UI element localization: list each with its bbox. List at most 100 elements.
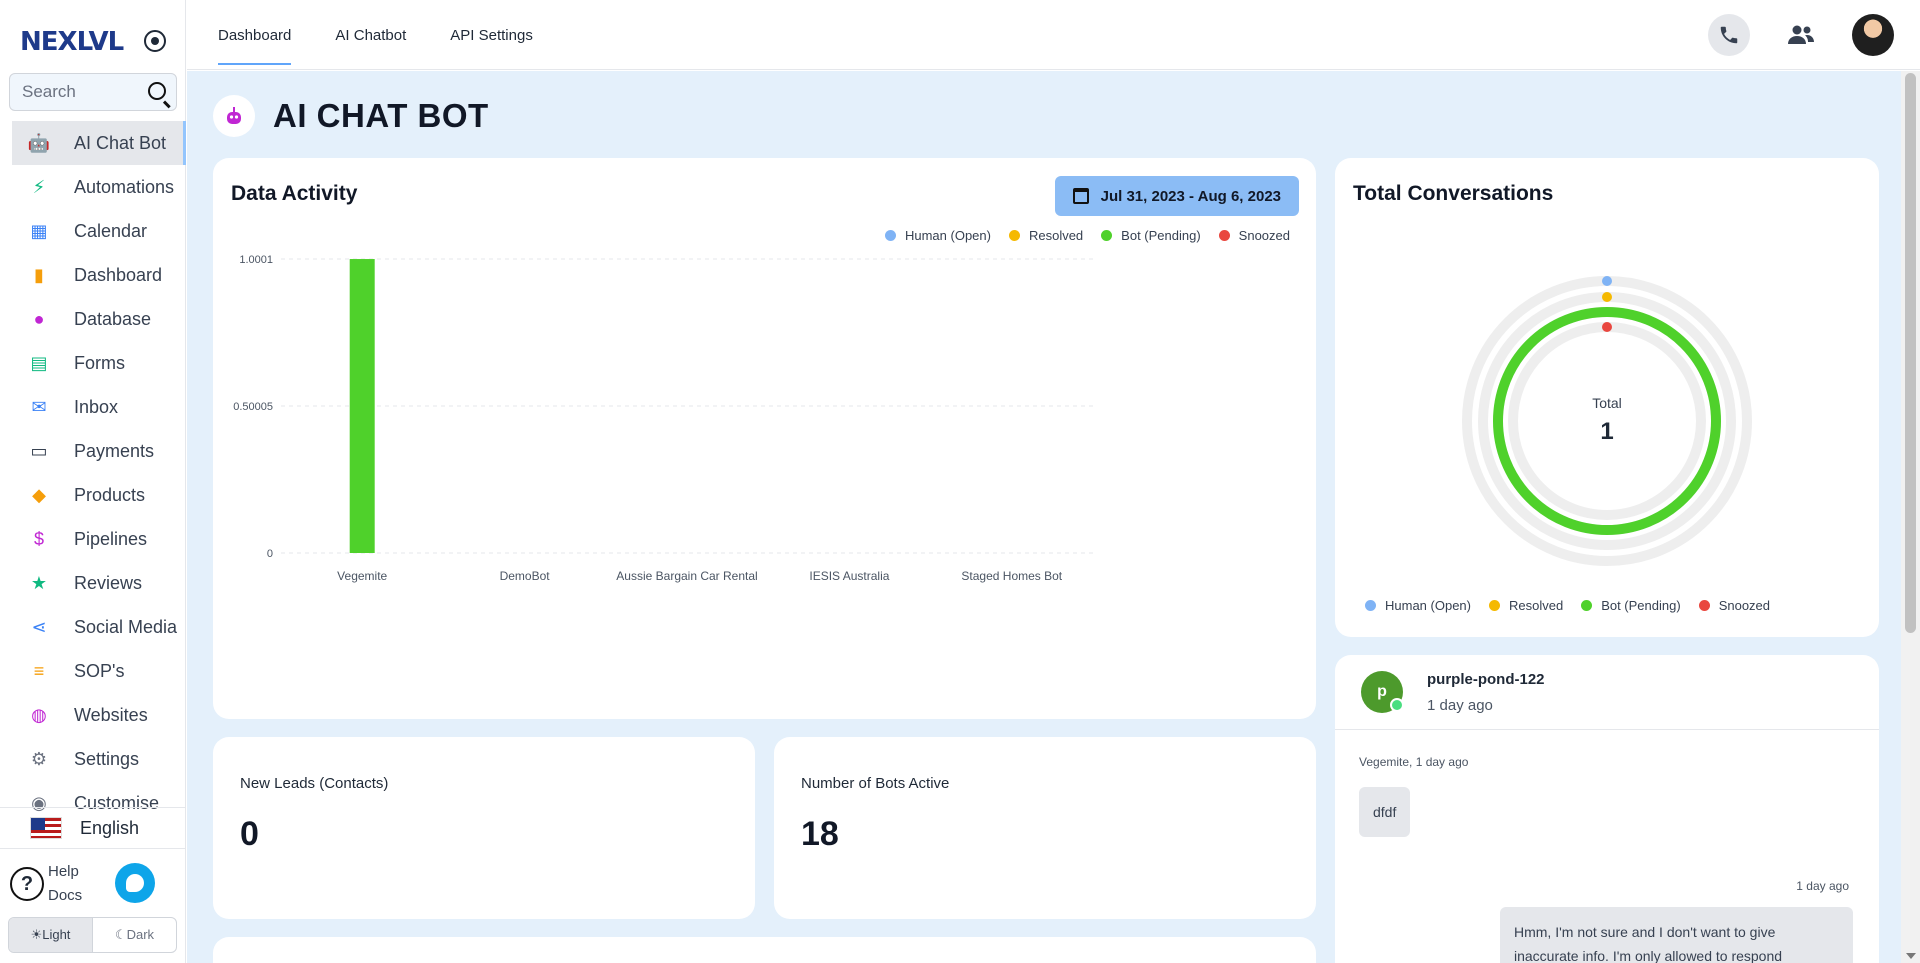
sidebar-item-label: Dashboard [74, 264, 163, 285]
message-bubble-outgoing: Hmm, I'm not sure and I don't want to gi… [1500, 907, 1853, 963]
tag-icon: ◆ [32, 484, 46, 505]
page-header: AI CHAT BOT [213, 95, 489, 137]
legend-snoozed[interactable]: Snoozed [1698, 598, 1771, 613]
sidebar-item-reviews[interactable]: ★ Reviews [0, 561, 186, 605]
sidebar-item-label: Forms [74, 352, 125, 373]
globe-icon: ◍ [31, 704, 47, 725]
new-leads-card: New Leads (Contacts) 0 [213, 737, 755, 919]
sidebar-item-label: Reviews [74, 572, 143, 593]
help-docs-link[interactable]: ? Help Docs [10, 860, 82, 908]
help-label: Help [48, 863, 79, 880]
contact-avatar: p [1361, 671, 1404, 713]
tab-ai-chatbot[interactable]: AI Chatbot [335, 0, 406, 70]
language-label: English [80, 817, 140, 838]
bots-active-label: Number of Bots Active [801, 775, 950, 792]
sidebar-item-dashboard[interactable]: ▮ Dashboard [0, 253, 186, 297]
message-meta: Vegemite, 1 day ago [1359, 755, 1469, 769]
donut-slice-marker [1602, 276, 1612, 286]
sidebar-item-label: Calendar [74, 220, 148, 241]
robot-icon [213, 95, 255, 137]
users-icon[interactable] [1780, 14, 1822, 56]
sidebar-item-forms[interactable]: ▤ Forms [0, 341, 186, 385]
record-icon[interactable] [144, 30, 166, 52]
sidebar: NEXLVL 🤖 AI Chat Bot ⚡ Automations ▦ Calendar… [0, 0, 186, 963]
search-icon[interactable] [148, 82, 166, 100]
donut-legend: Human (Open) Resolved Bot (Pending) Snoo… [1347, 598, 1770, 613]
sidebar-item-ai-chat-bot[interactable]: 🤖 AI Chat Bot [12, 121, 186, 165]
docs-label: Docs [48, 887, 83, 904]
lightning-a-icon: ⚡ [32, 176, 46, 197]
share-icon: ⋖ [31, 616, 47, 637]
sidebar-item-products[interactable]: ◆ Products [0, 473, 186, 517]
activity-bar-chart: 1.0001 0.50005 0 Vegemite DemoBot Aussie Barg… [233, 254, 1093, 583]
x-tick-label: IESIS Australia [809, 569, 889, 583]
sidebar-item-label: AI Chat Bot [74, 132, 167, 153]
sidebar-item-sop-s[interactable]: ≡ SOP's [0, 649, 186, 693]
sidebar-item-label: Websites [74, 704, 148, 725]
theme-dark-button[interactable]: ☾Dark [93, 918, 176, 952]
legend-dot [1365, 600, 1376, 611]
sidebar-item-social-media[interactable]: ⋖ Social Media [0, 605, 186, 649]
sidebar-item-pipelines[interactable]: $ Pipelines [0, 517, 186, 561]
message-bubble-incoming: dfdf [1359, 787, 1411, 837]
x-tick-label: Aussie Bargain Car Rental [616, 569, 757, 583]
sidebar-item-automations[interactable]: ⚡ Automations [0, 165, 186, 209]
theme-toggle: ☀Light ☾Dark [8, 917, 177, 953]
donut-slice-marker [1602, 292, 1612, 302]
donut-center-label: Total [1592, 395, 1622, 411]
conversation-header[interactable]: p purple-pond-122 1 day ago [1335, 655, 1879, 730]
tab-dashboard[interactable]: Dashboard [218, 0, 292, 70]
sidebar-item-label: Database [74, 308, 152, 329]
phone-icon[interactable] [1708, 14, 1750, 56]
user-avatar[interactable] [1852, 14, 1894, 56]
scrollbar-thumb[interactable] [1905, 73, 1916, 633]
contact-name: purple-pond-122 [1427, 671, 1545, 688]
page-title: AI CHAT BOT [273, 97, 489, 134]
legend-resolved[interactable]: Resolved [1488, 598, 1563, 613]
data-activity-card: Data Activity Jul 31, 2023 - Aug 6, 2023… [213, 158, 1316, 719]
dollar-icon: $ [33, 528, 44, 549]
y-tick-label: 1.0001 [239, 254, 273, 266]
sidebar-item-calendar[interactable]: ▦ Calendar [0, 209, 186, 253]
language-selector[interactable]: English [0, 807, 186, 849]
legend-dot [1698, 600, 1710, 611]
question-icon: ? [10, 867, 44, 901]
top-tabs: Dashboard AI Chatbot API Settings [218, 0, 577, 70]
topbar: Dashboard AI Chatbot API Settings [187, 0, 1920, 70]
sidebar-item-label: Social Media [74, 616, 178, 637]
sidebar-item-settings[interactable]: ⚙ Settings [0, 737, 186, 781]
chat-support-button[interactable] [115, 863, 155, 903]
person-icon: ● [33, 308, 45, 329]
bots-active-card: Number of Bots Active 18 [774, 737, 1316, 919]
brand-logo[interactable]: NEXLVL [20, 26, 166, 58]
sidebar-item-inbox[interactable]: ✉ Inbox [0, 385, 186, 429]
x-tick-label: Vegemite [337, 569, 387, 583]
y-tick-label: 0 [267, 548, 273, 560]
donut-slice-marker [1602, 322, 1612, 332]
legend-label: Bot (Pending) [1601, 598, 1681, 613]
search-input[interactable] [22, 82, 142, 102]
conversation-time: 1 day ago [1427, 697, 1493, 714]
theme-light-button[interactable]: ☀Light [9, 918, 93, 952]
scroll-down-arrow[interactable] [1906, 953, 1916, 959]
logo-wordmark: NEXLVL [20, 27, 124, 57]
page-scrollbar[interactable] [1901, 71, 1920, 963]
legend-label: Snoozed [1718, 598, 1771, 613]
sidebar-item-websites[interactable]: ◍ Websites [0, 693, 186, 737]
clipboard-icon: ▤ [30, 352, 48, 373]
legend-human-open[interactable]: Human (Open) [1365, 598, 1471, 613]
legend-dot [1581, 600, 1593, 611]
envelope-icon: ✉ [31, 396, 47, 417]
sidebar-item-label: Settings [74, 748, 140, 769]
legend-bot-pending[interactable]: Bot (Pending) [1581, 598, 1681, 613]
new-leads-value: 0 [240, 815, 259, 853]
sidebar-item-database[interactable]: ● Database [0, 297, 186, 341]
sidebar-item-label: Inbox [74, 396, 119, 417]
tab-api-settings[interactable]: API Settings [450, 0, 533, 70]
top-actions [1678, 14, 1894, 56]
card-icon: ▭ [30, 440, 48, 461]
gear-icon: ⚙ [30, 748, 48, 769]
sidebar-item-label: SOP's [74, 660, 125, 681]
total-conversations-card: Total Conversations Total 1 Human (Open) … [1335, 158, 1879, 637]
sidebar-item-payments[interactable]: ▭ Payments [0, 429, 186, 473]
